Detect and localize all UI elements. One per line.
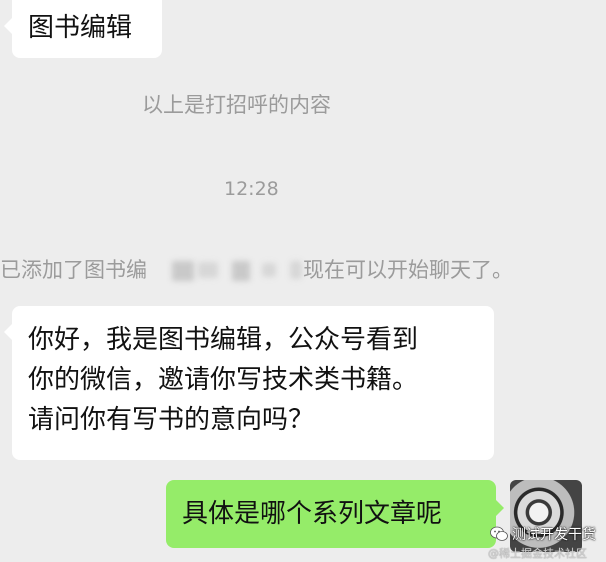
wechat-icon xyxy=(490,526,508,541)
editor-message-line: 你好，我是图书编辑，公众号看到 xyxy=(28,325,419,355)
redacted-name-block xyxy=(232,261,250,281)
editor-name-text: 图书编辑 xyxy=(28,13,133,43)
watermark-title: 测试开发干货 xyxy=(512,527,596,543)
redacted-name-block xyxy=(172,261,194,281)
my-reply-bubble[interactable]: 具体是哪个系列文章呢 xyxy=(166,480,504,548)
editor-name-bubble[interactable]: 图书编辑 xyxy=(4,0,162,58)
redacted-name-block xyxy=(198,262,218,278)
redacted-name-block xyxy=(262,263,276,277)
watermark-subtitle: @稀土掘金技术社区 xyxy=(488,547,587,560)
contact-added-notice: 已添加了图书编 现在可以开始聊天了。 xyxy=(0,254,513,284)
redacted-name-block xyxy=(290,261,302,279)
added-notice-suffix: 现在可以开始聊天了。 xyxy=(303,258,513,282)
my-reply-text: 具体是哪个系列文章呢 xyxy=(182,499,443,529)
editor-message-bubble[interactable]: 你好，我是图书编辑，公众号看到 你的微信，邀请你写技术类书籍。 请问你有写书的意… xyxy=(4,306,494,460)
editor-message-line: 你的微信，邀请你写技术类书籍。 xyxy=(28,365,419,395)
greeting-notice: 以上是打招呼的内容 xyxy=(142,93,331,117)
message-timestamp: 12:28 xyxy=(224,178,279,200)
added-notice-prefix: 已添加了图书编 xyxy=(0,258,147,282)
editor-message-line: 请问你有写书的意向吗？ xyxy=(28,405,315,435)
